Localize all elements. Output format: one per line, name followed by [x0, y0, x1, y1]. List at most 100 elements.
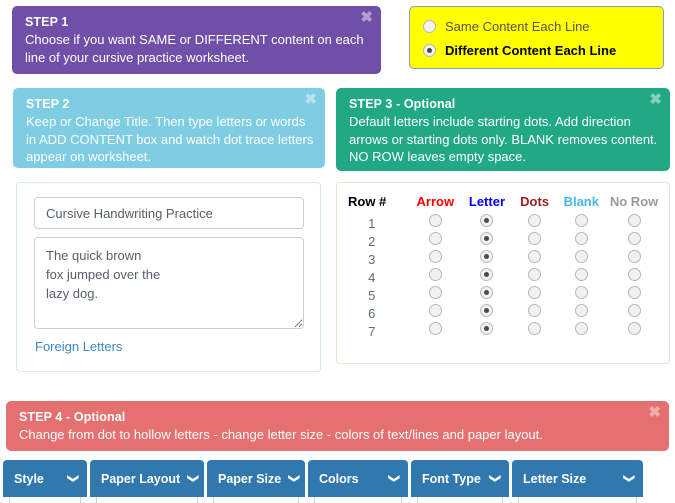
row-option-cell-blank[interactable] — [556, 304, 606, 322]
radio-icon[interactable] — [575, 214, 588, 227]
radio-icon[interactable] — [575, 250, 588, 263]
radio-icon[interactable] — [480, 250, 493, 263]
radio-icon[interactable] — [575, 268, 588, 281]
content-mode-option-different[interactable]: Different Content Each Line — [423, 38, 663, 62]
radio-icon[interactable] — [429, 268, 442, 281]
radio-icon[interactable] — [423, 44, 436, 57]
row-number-cell: 7 — [346, 322, 409, 340]
dropdown-label: Colors — [319, 472, 359, 486]
row-option-cell-dots[interactable] — [513, 268, 557, 286]
radio-icon[interactable] — [628, 268, 641, 281]
row-option-cell-arrow[interactable] — [409, 322, 461, 340]
row-option-cell-blank[interactable] — [556, 286, 606, 304]
row-option-cell-arrow[interactable] — [409, 250, 461, 268]
radio-icon[interactable] — [628, 322, 641, 335]
row-option-cell-dots[interactable] — [513, 232, 557, 250]
radio-icon[interactable] — [628, 232, 641, 245]
row-option-cell-no-row[interactable] — [606, 232, 662, 250]
radio-icon[interactable] — [528, 214, 541, 227]
row-option-cell-letter[interactable] — [461, 322, 513, 340]
column-header-blank: Blank — [556, 194, 606, 214]
radio-icon[interactable] — [429, 322, 442, 335]
close-icon[interactable]: ✖ — [360, 11, 373, 25]
radio-icon[interactable] — [528, 268, 541, 281]
row-option-cell-no-row[interactable] — [606, 286, 662, 304]
row-option-cell-dots[interactable] — [513, 250, 557, 268]
row-option-cell-letter[interactable] — [461, 286, 513, 304]
content-mode-option-same[interactable]: Same Content Each Line — [423, 14, 663, 38]
radio-icon[interactable] — [480, 304, 493, 317]
row-option-cell-letter[interactable] — [461, 250, 513, 268]
close-icon[interactable]: ✖ — [648, 406, 661, 420]
radio-icon[interactable] — [429, 304, 442, 317]
row-option-cell-dots[interactable] — [513, 322, 557, 340]
row-option-cell-arrow[interactable] — [409, 268, 461, 286]
foreign-letters-link[interactable]: Foreign Letters — [35, 339, 122, 354]
radio-icon[interactable] — [628, 286, 641, 299]
dropdown-paper-size[interactable]: Paper Size❯ — [207, 460, 305, 497]
row-option-cell-blank[interactable] — [556, 214, 606, 232]
radio-icon[interactable] — [480, 286, 493, 299]
table-row: 4 — [346, 268, 662, 286]
radio-icon[interactable] — [423, 20, 436, 33]
radio-icon[interactable] — [528, 304, 541, 317]
dropdown-panel-edge — [417, 497, 503, 503]
row-option-cell-arrow[interactable] — [409, 232, 461, 250]
table-header-row: Row # Arrow Letter Dots Blank No Row — [346, 194, 662, 214]
radio-icon[interactable] — [575, 322, 588, 335]
row-option-cell-blank[interactable] — [556, 268, 606, 286]
dropdown-style[interactable]: Style❯ — [3, 460, 87, 497]
column-header-dots: Dots — [513, 194, 557, 214]
radio-icon[interactable] — [480, 268, 493, 281]
radio-icon[interactable] — [528, 232, 541, 245]
row-option-cell-blank[interactable] — [556, 322, 606, 340]
radio-icon[interactable] — [480, 322, 493, 335]
row-option-cell-no-row[interactable] — [606, 304, 662, 322]
radio-icon[interactable] — [429, 286, 442, 299]
row-option-cell-no-row[interactable] — [606, 214, 662, 232]
radio-icon[interactable] — [429, 250, 442, 263]
row-option-cell-dots[interactable] — [513, 304, 557, 322]
radio-icon[interactable] — [528, 250, 541, 263]
radio-icon[interactable] — [628, 214, 641, 227]
dropdown-font-type[interactable]: Font Type❯ — [411, 460, 509, 497]
radio-icon[interactable] — [528, 322, 541, 335]
radio-icon[interactable] — [575, 304, 588, 317]
row-option-cell-dots[interactable] — [513, 286, 557, 304]
dropdown-panel-edge — [9, 497, 81, 503]
table-row: 1 — [346, 214, 662, 232]
row-options-card: Row # Arrow Letter Dots Blank No Row 123… — [336, 182, 670, 364]
row-option-cell-blank[interactable] — [556, 232, 606, 250]
close-icon[interactable]: ✖ — [304, 93, 317, 107]
radio-icon[interactable] — [429, 232, 442, 245]
radio-icon[interactable] — [429, 214, 442, 227]
row-option-cell-arrow[interactable] — [409, 304, 461, 322]
radio-icon[interactable] — [628, 304, 641, 317]
row-option-cell-no-row[interactable] — [606, 322, 662, 340]
close-icon[interactable]: ✖ — [649, 93, 662, 107]
row-option-cell-letter[interactable] — [461, 232, 513, 250]
radio-icon[interactable] — [480, 232, 493, 245]
row-option-cell-no-row[interactable] — [606, 268, 662, 286]
content-mode-label: Same Content Each Line — [445, 19, 590, 34]
row-option-cell-letter[interactable] — [461, 214, 513, 232]
row-option-cell-blank[interactable] — [556, 250, 606, 268]
worksheet-title-input[interactable] — [34, 197, 304, 229]
dropdown-colors[interactable]: Colors❯ — [308, 460, 408, 497]
row-option-cell-arrow[interactable] — [409, 214, 461, 232]
radio-icon[interactable] — [528, 286, 541, 299]
row-option-cell-no-row[interactable] — [606, 250, 662, 268]
add-content-textarea[interactable]: The quick brown fox jumped over the lazy… — [34, 237, 304, 329]
dropdown-letter-size[interactable]: Letter Size❯ — [512, 460, 643, 497]
radio-icon[interactable] — [575, 232, 588, 245]
row-option-cell-letter[interactable] — [461, 304, 513, 322]
row-option-cell-dots[interactable] — [513, 214, 557, 232]
radio-icon[interactable] — [480, 214, 493, 227]
table-row: 5 — [346, 286, 662, 304]
radio-icon[interactable] — [628, 250, 641, 263]
row-number-cell: 3 — [346, 250, 409, 268]
row-option-cell-letter[interactable] — [461, 268, 513, 286]
dropdown-paper-layout[interactable]: Paper Layout❯ — [90, 460, 204, 497]
radio-icon[interactable] — [575, 286, 588, 299]
row-option-cell-arrow[interactable] — [409, 286, 461, 304]
